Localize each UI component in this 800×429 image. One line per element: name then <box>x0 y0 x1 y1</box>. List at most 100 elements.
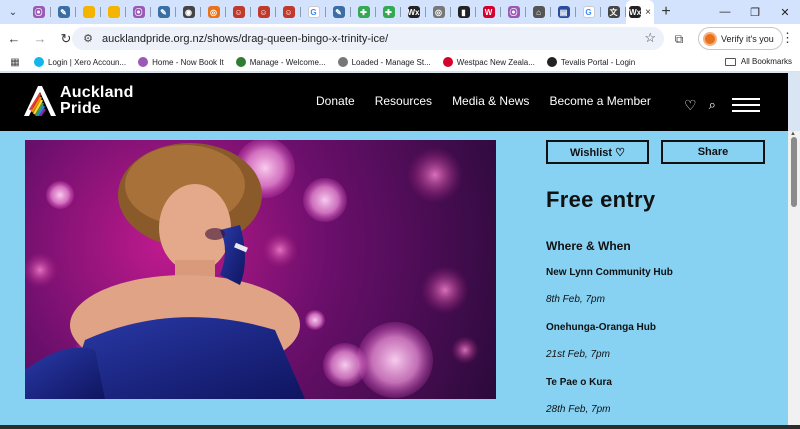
chrome-icon: ◉ <box>182 6 195 18</box>
tab-active[interactable]: Wx × <box>626 0 654 24</box>
pride-logo-icon[interactable] <box>24 86 56 121</box>
session-venue: Onehunga-Oranga Hub <box>546 322 656 333</box>
all-bookmarks-label: All Bookmarks <box>740 57 792 66</box>
pride-icon: ⦿ <box>507 6 520 18</box>
tab[interactable]: Wx <box>401 0 426 24</box>
tab[interactable] <box>101 0 126 24</box>
bank-icon: ⌂ <box>532 6 545 18</box>
tab[interactable]: 文 <box>601 0 626 24</box>
loader-icon <box>337 57 348 67</box>
tevalis-icon: ▮ <box>457 6 470 18</box>
nav-become-member[interactable]: Become a Member <box>549 94 650 108</box>
nav-donate[interactable]: Donate <box>316 94 355 108</box>
share-button[interactable]: Share <box>661 140 765 164</box>
logo-line-1: Auckland <box>60 84 134 101</box>
bookmark-star-icon[interactable]: ☆ <box>644 30 656 46</box>
bookmark-label: Login | Xero Accoun... <box>48 57 127 67</box>
session-date: 8th Feb, 7pm <box>546 294 605 305</box>
tab[interactable]: ▤ <box>551 0 576 24</box>
bookmark-item[interactable]: Loaded - Manage St... <box>337 57 431 67</box>
tevalis-icon <box>546 57 557 67</box>
bookmark-label: Loaded - Manage St... <box>351 57 431 67</box>
scrollbar-thumb[interactable] <box>791 137 797 207</box>
slides-icon <box>82 6 95 18</box>
site-info-icon[interactable]: ⚙ <box>78 32 98 45</box>
minimize-icon[interactable]: — <box>710 0 740 24</box>
translate-icon: 文 <box>607 6 620 18</box>
address-bar[interactable]: ⚙ aucklandpride.org.nz/shows/drag-queen-… <box>72 27 664 50</box>
extensions-icon[interactable]: ⧉ <box>668 28 690 50</box>
tab[interactable]: ◉ <box>176 0 201 24</box>
close-window-icon[interactable]: ✕ <box>770 0 800 24</box>
tab[interactable]: ✚ <box>376 0 401 24</box>
tab[interactable]: W <box>476 0 501 24</box>
bookmark-label: Home - Now Book It <box>152 57 224 67</box>
search-icon[interactable]: ⌕ <box>709 97 716 113</box>
tab[interactable]: ☺ <box>251 0 276 24</box>
close-tab-icon[interactable]: × <box>645 7 651 18</box>
pinwheel-icon: ✚ <box>382 6 395 18</box>
profile-button[interactable]: Verify it's you <box>698 27 783 50</box>
bookmark-item[interactable]: Home - Now Book It <box>138 57 224 67</box>
bookmark-item[interactable]: Login | Xero Accoun... <box>34 57 126 67</box>
restore-icon[interactable]: ❐ <box>740 0 770 24</box>
tab[interactable] <box>76 0 101 24</box>
browser-menu-icon[interactable]: ⋮ <box>781 30 794 46</box>
tab[interactable]: G <box>301 0 326 24</box>
menu-hamburger-icon[interactable] <box>731 94 760 116</box>
tab[interactable]: ☺ <box>276 0 301 24</box>
back-icon[interactable]: ← <box>2 27 26 51</box>
site-logo-text[interactable]: Auckland Pride <box>60 85 134 117</box>
where-when-heading: Where & When <box>546 239 631 253</box>
tab[interactable]: ✎ <box>326 0 351 24</box>
session-date: 28th Feb, 7pm <box>546 404 611 415</box>
tab-list: ⦿ ✎ ⦿ ✎ ◉ ◎ ☺ ☺ ☺ G ✎ ✚ ✚ Wx ◎ ▮ W ⦿ ⌂ ▤ G 文 Wx × <box>26 0 654 24</box>
header-icons: ♡ ⌕ <box>684 94 760 116</box>
westpac-icon <box>442 57 453 67</box>
face-icon: ☺ <box>257 6 270 18</box>
folder-icon <box>724 57 736 66</box>
tab[interactable]: ☺ <box>226 0 251 24</box>
wishlist-button[interactable]: Wishlist ♡ <box>546 140 649 164</box>
url-text[interactable]: aucklandpride.org.nz/shows/drag-queen-bi… <box>102 33 388 45</box>
tab[interactable]: ◎ <box>426 0 451 24</box>
tab[interactable]: G <box>576 0 601 24</box>
browser-toolbar: ← → ↻ ⚙ aucklandpride.org.nz/shows/drag-… <box>0 24 800 53</box>
compass-icon: ◎ <box>207 6 220 18</box>
slides-icon <box>107 6 120 18</box>
tab[interactable]: ⌂ <box>526 0 551 24</box>
main-nav: Donate Resources Media & News Become a M… <box>316 94 671 108</box>
wix-icon: Wx <box>407 6 420 18</box>
tab[interactable]: ◎ <box>201 0 226 24</box>
event-hero-image <box>25 140 496 399</box>
pride-icon: ⦿ <box>32 6 45 18</box>
pinwheel-icon: ✚ <box>357 6 370 18</box>
tab[interactable]: ⦿ <box>26 0 51 24</box>
tab[interactable]: ⦿ <box>126 0 151 24</box>
session-date: 21st Feb, 7pm <box>546 349 610 360</box>
tab[interactable]: ⦿ <box>501 0 526 24</box>
xero-icon <box>34 57 44 67</box>
bookmark-item[interactable]: Westpac New Zeala... <box>442 57 535 67</box>
pen-icon: ✎ <box>332 6 345 18</box>
bookmark-item[interactable]: Manage - Welcome... <box>235 57 326 67</box>
apps-grid-icon[interactable]: ▦ <box>0 57 30 68</box>
new-tab-button[interactable]: + <box>654 0 678 24</box>
page-scrollbar[interactable]: ▲ <box>788 131 800 429</box>
bookmark-item[interactable]: Tevalis Portal - Login <box>546 57 635 67</box>
wix-icon: Wx <box>629 6 642 18</box>
logo-line-2: Pride <box>60 100 102 117</box>
wishlist-heart-icon[interactable]: ♡ <box>684 97 697 114</box>
session-venue: New Lynn Community Hub <box>546 267 673 278</box>
tab[interactable]: ✚ <box>351 0 376 24</box>
nav-resources[interactable]: Resources <box>375 94 432 108</box>
forward-icon[interactable]: → <box>28 27 52 51</box>
nav-media-news[interactable]: Media & News <box>452 94 529 108</box>
pride-icon: ⦿ <box>132 6 145 18</box>
tab[interactable]: ▮ <box>451 0 476 24</box>
tab-search-chevron-icon[interactable]: ⌄ <box>0 0 26 24</box>
google-icon: G <box>582 6 595 18</box>
tab[interactable]: ✎ <box>51 0 76 24</box>
all-bookmarks-button[interactable]: All Bookmarks <box>724 57 792 66</box>
tab[interactable]: ✎ <box>151 0 176 24</box>
